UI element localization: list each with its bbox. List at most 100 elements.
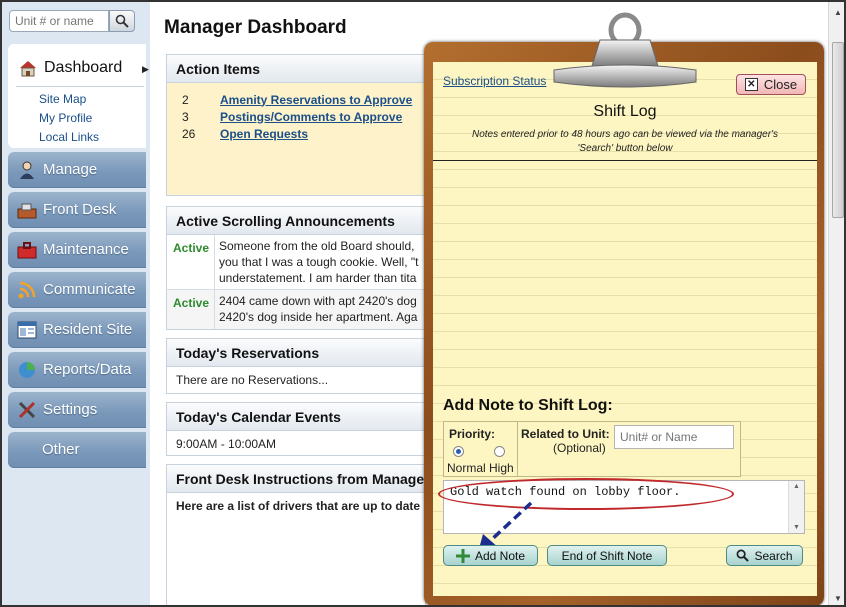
main-content: Manager Dashboard Action Items 2 Amenity…: [150, 2, 426, 605]
shift-log-title: Shift Log: [593, 103, 657, 120]
nav-label: Manage: [43, 161, 98, 178]
action-item: 26 Open Requests: [182, 125, 425, 142]
panel-header: Front Desk Instructions from Manage: [167, 465, 425, 493]
page-scrollbar[interactable]: ▲ ▼: [828, 2, 844, 605]
close-icon: ✕: [744, 78, 758, 91]
action-count: 3: [182, 109, 189, 124]
panel-header: Action Items: [167, 55, 425, 83]
nav-label: Communicate: [43, 281, 136, 298]
nav-front-desk[interactable]: Front Desk: [8, 192, 146, 228]
text-line: 2420's dog inside her apartment. Aga: [219, 310, 418, 324]
magnifier-icon: [115, 14, 129, 28]
scroll-down-icon: ▼: [793, 524, 800, 531]
dashboard-label: Dashboard: [44, 59, 123, 76]
divider: [433, 160, 817, 161]
status-badge: Active: [173, 296, 210, 310]
nav-dashboard[interactable]: Dashboard: [18, 58, 122, 78]
priority-normal-label: Normal: [447, 461, 486, 475]
text-line: you that I was a tough cookie. Well, "t: [219, 255, 419, 269]
reservations-panel: Today's Reservations There are no Reserv…: [166, 338, 426, 394]
unit-search: [9, 10, 135, 32]
search-label: Search: [754, 548, 793, 563]
nav-label: Front Desk: [43, 201, 117, 218]
scroll-up-icon: ▲: [793, 483, 800, 490]
panel-header: Active Scrolling Announcements: [167, 207, 425, 235]
divider: [517, 422, 518, 476]
announcement-row[interactable]: Active 2404 came down with apt 2420's do…: [167, 289, 425, 329]
related-unit-label: Related to Unit:: [521, 427, 610, 441]
expand-arrow-icon: ▶: [142, 64, 149, 74]
action-items-list: 2 Amenity Reservations to Approve 3 Post…: [167, 83, 425, 195]
my-profile-link[interactable]: My Profile: [39, 109, 99, 128]
calendar-event: 9:00AM - 10:00AM: [176, 437, 277, 451]
shift-log-note: Notes entered prior to 48 hours ago can …: [433, 128, 817, 156]
search-log-button[interactable]: Search: [726, 545, 803, 566]
add-note-label: Add Note: [474, 548, 526, 563]
subscription-status-link[interactable]: Subscription Status: [443, 74, 546, 88]
scroll-up-icon: ▲: [834, 8, 842, 17]
announcement-text: 2404 came down with apt 2420's dog 2420'…: [214, 290, 425, 329]
text-line: 2404 came down with apt 2420's dog: [219, 294, 417, 308]
broadcast-icon: [16, 279, 38, 301]
nav-label: Maintenance: [43, 241, 129, 258]
end-shift-label: End of Shift Note: [561, 548, 653, 563]
action-count: 26: [182, 126, 196, 141]
unit-name-input[interactable]: [614, 425, 734, 449]
amenity-reservations-link[interactable]: Amenity Reservations to Approve: [220, 93, 412, 107]
house-icon: [20, 61, 36, 77]
pie-chart-icon: [16, 359, 38, 381]
nav-reports-data[interactable]: Reports/Data: [8, 352, 146, 388]
front-desk-icon: [16, 199, 38, 221]
instructions-panel: Front Desk Instructions from Manage Here…: [166, 464, 426, 605]
announcements-panel: Active Scrolling Announcements Active So…: [166, 206, 426, 330]
note-line: Notes entered prior to 48 hours ago can …: [472, 129, 778, 140]
calendar-panel: Today's Calendar Events 9:00AM - 10:00AM: [166, 402, 426, 456]
tools-icon: [16, 399, 38, 421]
page-title: Manager Dashboard: [164, 17, 347, 38]
announcement-text: Someone from the old Board should, you t…: [214, 235, 425, 289]
optional-label: (Optional): [553, 441, 606, 455]
status-badge: Active: [173, 241, 210, 255]
action-items-panel: Action Items 2 Amenity Reservations to A…: [166, 54, 426, 196]
nav-other[interactable]: Other: [8, 432, 146, 468]
close-button[interactable]: ✕ Close: [736, 74, 806, 95]
person-icon: [16, 159, 38, 181]
nav-manage[interactable]: Manage: [8, 152, 146, 188]
priority-normal-radio[interactable]: [453, 446, 464, 457]
search-button[interactable]: [109, 10, 135, 32]
nav-label: Settings: [43, 401, 98, 418]
postings-comments-link[interactable]: Postings/Comments to Approve: [220, 110, 402, 124]
shift-log-dialog: Subscription Status ✕ Close Shift Log No…: [433, 62, 817, 596]
action-item: 2 Amenity Reservations to Approve: [182, 91, 425, 108]
priority-high-label: High: [489, 461, 514, 475]
scroll-down-icon: ▼: [834, 594, 842, 603]
note-options: Priority: Normal High Related to Unit: (…: [443, 421, 741, 477]
announcement-row[interactable]: Active Someone from the old Board should…: [167, 235, 425, 289]
site-map-link[interactable]: Site Map: [39, 90, 99, 109]
nav-label: Resident Site: [43, 321, 133, 338]
instructions-text: Here are a list of drivers that are up t…: [176, 499, 425, 513]
divider: [16, 86, 144, 87]
open-requests-link[interactable]: Open Requests: [220, 127, 308, 141]
priority-high-radio[interactable]: [494, 446, 505, 457]
end-of-shift-note-button[interactable]: End of Shift Note: [547, 545, 667, 566]
nav-maintenance[interactable]: Maintenance: [8, 232, 146, 268]
add-note-heading: Add Note to Shift Log:: [443, 397, 613, 414]
action-count: 2: [182, 92, 189, 107]
app-window: Dashboard ▶ Site Map My Profile Local Li…: [0, 0, 846, 607]
nav-resident-site[interactable]: Resident Site: [8, 312, 146, 348]
website-icon: [16, 319, 38, 341]
add-note-button[interactable]: Add Note: [443, 545, 538, 566]
note-line: 'Search' button below: [577, 143, 673, 154]
local-links-link[interactable]: Local Links: [39, 128, 99, 147]
dashboard-panel: Dashboard ▶ Site Map My Profile Local Li…: [8, 44, 149, 148]
nav-communicate[interactable]: Communicate: [8, 272, 146, 308]
textarea-scrollbar[interactable]: ▲ ▼: [788, 481, 804, 533]
panel-header: Today's Calendar Events: [167, 403, 425, 431]
panel-header: Today's Reservations: [167, 339, 425, 367]
magnifier-icon: [737, 549, 750, 562]
plus-icon: [455, 548, 470, 563]
unit-search-input[interactable]: [9, 10, 109, 32]
scroll-thumb[interactable]: [832, 42, 844, 218]
nav-settings[interactable]: Settings: [8, 392, 146, 428]
